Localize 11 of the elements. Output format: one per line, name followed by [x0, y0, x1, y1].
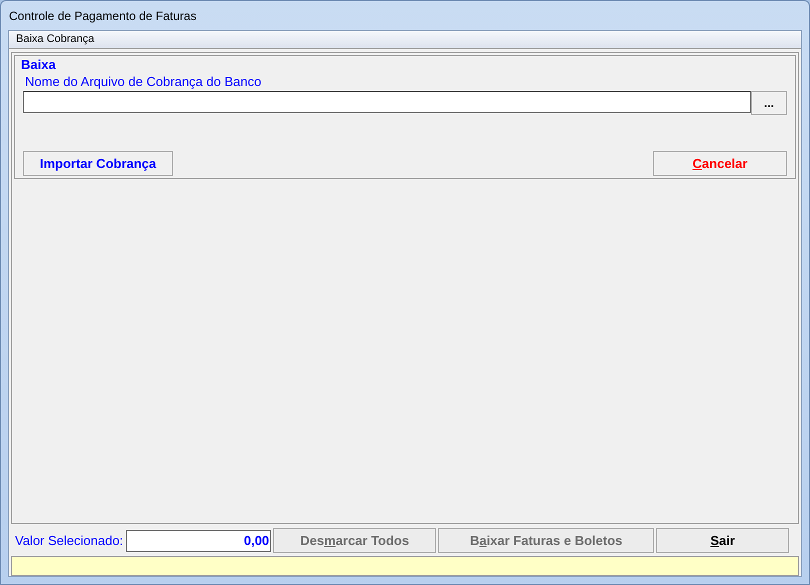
exit-button[interactable]: Sair — [656, 528, 790, 553]
import-button[interactable]: Importar Cobrança — [23, 151, 173, 176]
window-title: Controle de Pagamento de Faturas — [9, 8, 196, 24]
browse-button[interactable]: ... — [751, 91, 787, 115]
total-label: Valor Selecionado: — [15, 532, 124, 550]
field-label: Nome do Arquivo de Cobrança do Banco — [25, 74, 262, 90]
total-value-field: 0,00 — [126, 530, 272, 552]
page-tab[interactable]: Baixa Cobrança — [9, 31, 801, 49]
cancel-button[interactable]: Cancelar — [653, 151, 787, 176]
file-path-field[interactable] — [23, 91, 751, 113]
group-title: Baixa — [21, 57, 57, 73]
